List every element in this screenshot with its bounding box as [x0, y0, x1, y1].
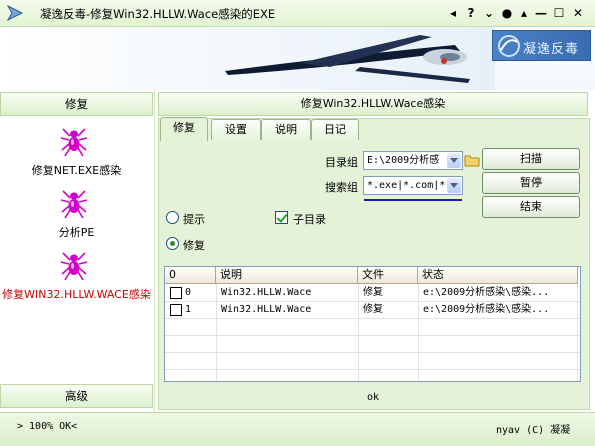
- app-logo-icon: [6, 4, 24, 22]
- sidebar-header-repair[interactable]: 修复: [0, 92, 153, 116]
- sidebar: 修复 修复NET.EXE感染 分析PE 修复WIN32.HLLW.WACE感染 …: [0, 90, 155, 412]
- sidebar-item-repair-net-exe[interactable]: 修复NET.EXE感染: [0, 124, 153, 184]
- product-logo: 凝逸反毒: [492, 30, 591, 61]
- copyright-text: nyav (C) 凝凝: [496, 425, 571, 436]
- directory-label: 目录组: [325, 156, 358, 169]
- rollup-icon[interactable]: ▴: [517, 5, 531, 21]
- sidebar-footer-advanced[interactable]: 高级: [0, 384, 153, 408]
- stop-button[interactable]: 结束: [482, 196, 580, 218]
- header-banner: 凝逸反毒: [0, 27, 595, 90]
- row-file: 修复: [363, 304, 383, 315]
- dropdown-icon[interactable]: ⌄: [482, 5, 496, 21]
- folder-icon[interactable]: [464, 152, 480, 168]
- minimize-icon[interactable]: —: [534, 5, 548, 21]
- search-value: *.exe|*.com|*: [367, 180, 446, 191]
- column-header-file[interactable]: 文件: [358, 267, 418, 284]
- chevron-down-icon[interactable]: [447, 178, 461, 193]
- title-bar: 凝逸反毒-修复Win32.HLLW.Wace感染的EXE ◂ ? ⌄ ● ▴ —…: [0, 0, 595, 27]
- column-header-description[interactable]: 说明: [216, 267, 358, 284]
- status-progress-text: > 100% OK<: [17, 421, 78, 432]
- tab-repair[interactable]: 修复: [160, 117, 208, 141]
- search-combo[interactable]: *.exe|*.com|*: [363, 176, 463, 195]
- directory-value: E:\2009分析感: [367, 155, 440, 166]
- sidebar-item-label-active: 修复WIN32.HLLW.WACE感染: [2, 288, 151, 301]
- spider-icon: [60, 252, 88, 281]
- column-header-status[interactable]: 状态: [418, 267, 578, 284]
- status-bar: > 100% OK< nyav (C) 凝凝: [0, 412, 595, 446]
- progress-bar: [364, 199, 462, 201]
- table-row-empty: [165, 353, 580, 370]
- window-title: 凝逸反毒-修复Win32.HLLW.Wace感染的EXE: [40, 7, 276, 21]
- scan-button[interactable]: 扫描: [482, 148, 580, 170]
- close-icon[interactable]: ✕: [571, 5, 585, 21]
- repair-label: 修复: [183, 239, 205, 252]
- subdir-label: 子目录: [293, 213, 326, 226]
- prompt-radio[interactable]: [166, 211, 179, 224]
- row-status: e:\2009分析感染\感染...: [423, 287, 550, 298]
- table-row-empty: [165, 319, 580, 336]
- row-description: Win32.HLLW.Wace: [221, 287, 312, 298]
- status-message: ok: [367, 392, 380, 403]
- row-index: 0: [185, 287, 192, 298]
- search-label: 搜索组: [325, 181, 358, 194]
- spider-icon: [60, 128, 88, 157]
- page-title: 修复Win32.HLLW.Wace感染: [158, 92, 588, 116]
- row-index: 1: [185, 304, 192, 315]
- spider-icon: [60, 190, 88, 219]
- logo-text: 凝逸反毒: [523, 42, 580, 57]
- column-header-index[interactable]: 0: [165, 267, 216, 284]
- repair-radio[interactable]: [166, 237, 179, 250]
- sidebar-item-analyze-pe[interactable]: 分析PE: [0, 186, 153, 246]
- results-table: 0 说明 文件 状态 0 Win32.HLLW.Wace 修复 e:\2009分…: [164, 266, 581, 382]
- tab-description[interactable]: 说明: [261, 119, 311, 140]
- row-status: e:\2009分析感染\感染...: [423, 304, 550, 315]
- spaceship-graphic: [0, 27, 495, 90]
- tab-log[interactable]: 日记: [311, 119, 359, 140]
- sidebar-item-repair-wace[interactable]: 修复WIN32.HLLW.WACE感染: [0, 248, 153, 308]
- prompt-label: 提示: [183, 213, 205, 226]
- maximize-icon[interactable]: ☐: [552, 5, 566, 21]
- sidebar-item-label: 分析PE: [58, 226, 95, 239]
- pause-button[interactable]: 暂停: [482, 172, 580, 194]
- subdir-checkbox[interactable]: [275, 211, 288, 224]
- table-row[interactable]: 1 Win32.HLLW.Wace 修复 e:\2009分析感染\感染...: [165, 302, 580, 319]
- row-file: 修复: [363, 287, 383, 298]
- chevron-down-icon[interactable]: [447, 153, 461, 168]
- dot-icon[interactable]: ●: [500, 5, 514, 21]
- table-row-empty: [165, 336, 580, 353]
- table-row[interactable]: 0 Win32.HLLW.Wace 修复 e:\2009分析感染\感染...: [165, 285, 580, 302]
- tab-settings[interactable]: 设置: [211, 119, 261, 140]
- logo-emblem-icon: [498, 35, 520, 57]
- back-icon[interactable]: ◂: [446, 5, 460, 21]
- main-panel: 修复Win32.HLLW.Wace感染 修复 设置 说明 日记 目录组 E:\2…: [158, 90, 595, 412]
- help-icon[interactable]: ?: [464, 5, 478, 21]
- sidebar-item-label: 修复NET.EXE感染: [31, 164, 122, 177]
- row-description: Win32.HLLW.Wace: [221, 304, 312, 315]
- directory-combo[interactable]: E:\2009分析感: [363, 151, 463, 170]
